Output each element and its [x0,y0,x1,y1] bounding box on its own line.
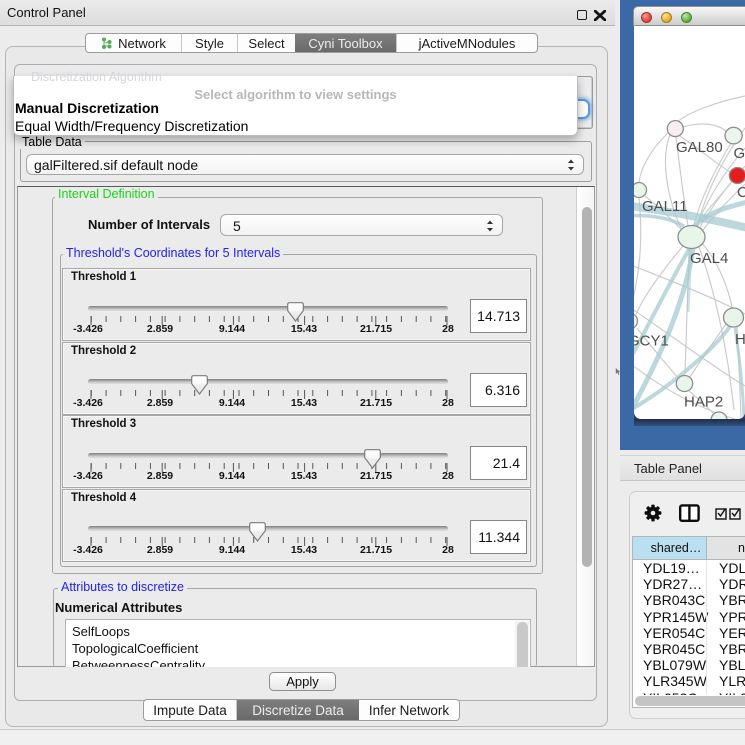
svg-text:GAL7: GAL7 [734,145,745,162]
svg-text:HAP2: HAP2 [684,394,723,411]
svg-text:GAL11: GAL11 [642,198,688,215]
svg-text:HIS4: HIS4 [735,331,745,348]
svg-text:GAL80: GAL80 [676,139,723,156]
svg-text:GAL4: GAL4 [690,250,728,267]
svg-text:CYC8: CYC8 [737,184,745,201]
svg-text:GCY1: GCY1 [634,333,669,350]
